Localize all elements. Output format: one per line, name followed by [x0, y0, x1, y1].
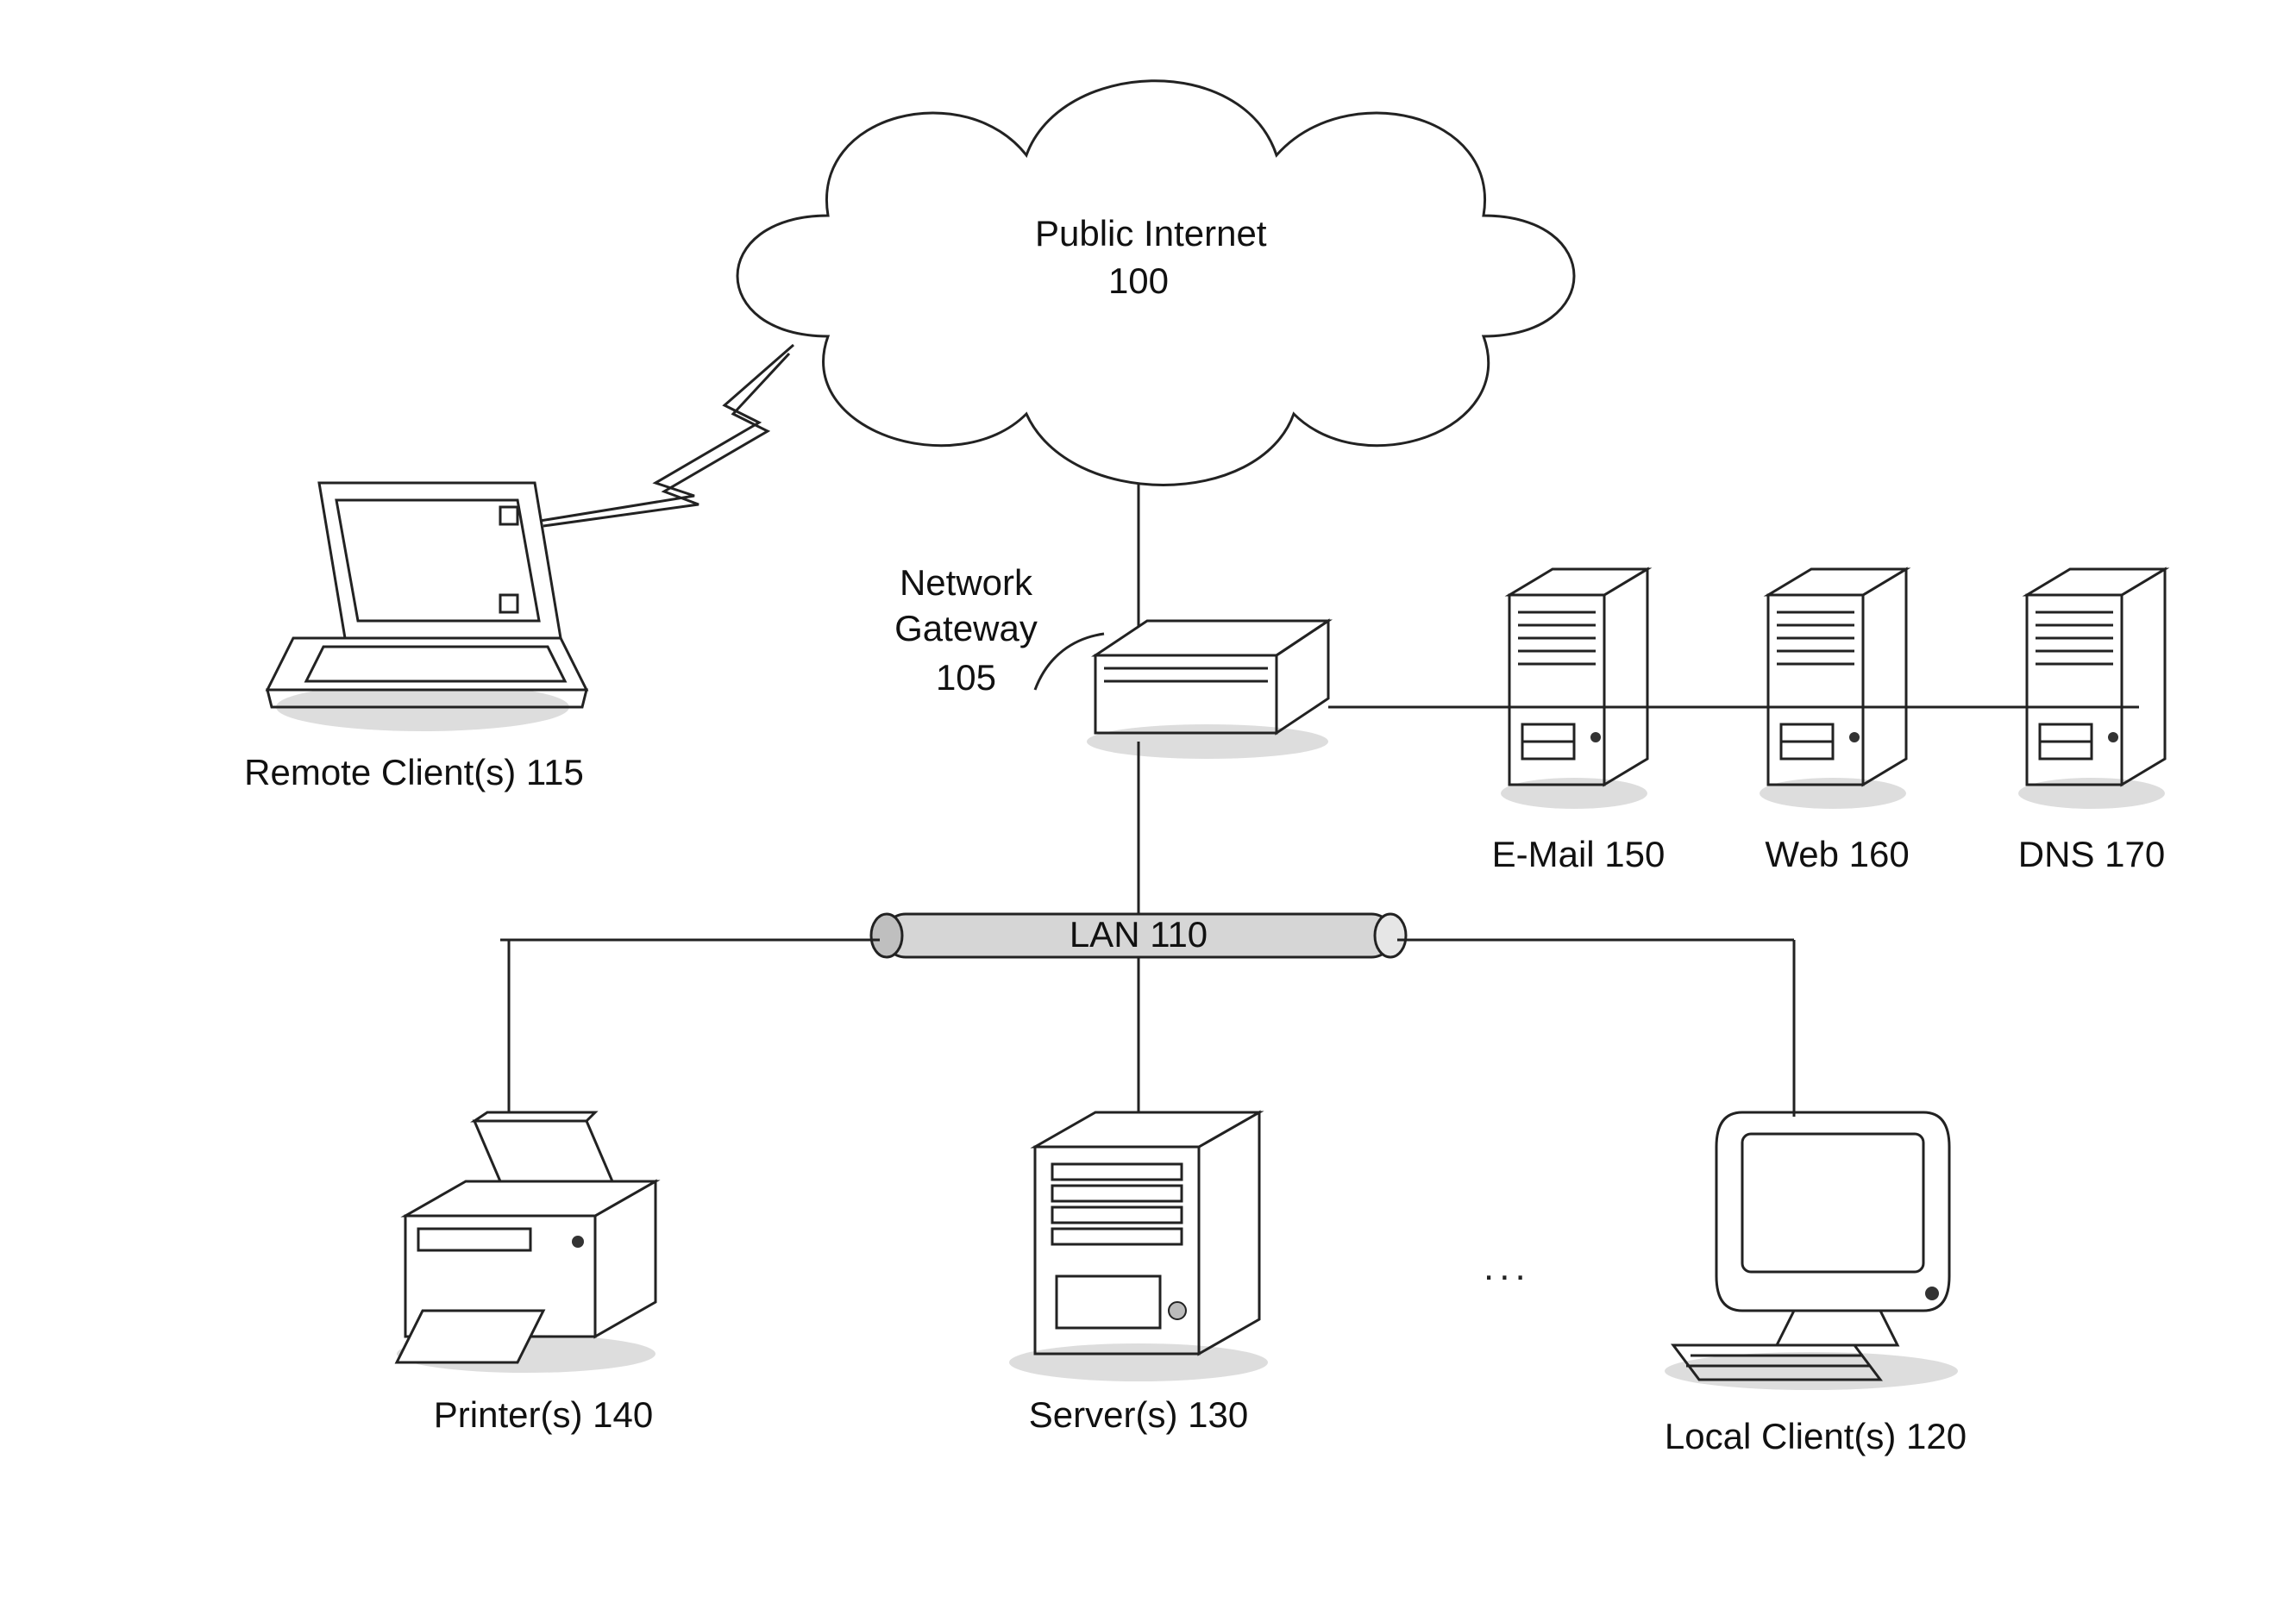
link-gateway-lan	[1121, 742, 1156, 914]
laptop-icon	[242, 466, 604, 742]
server-dns-icon	[2001, 552, 2182, 819]
server-web-label: Web 160	[1742, 832, 1932, 878]
gateway-leader	[1031, 629, 1108, 707]
diagram-stage: Public Internet 100 Remote Client(s) 115…	[0, 0, 2296, 1603]
server-email-icon	[1484, 552, 1665, 819]
cloud-title: Public Internet	[1035, 211, 1242, 257]
bus-line	[500, 927, 1794, 953]
drop-printer	[492, 927, 526, 1117]
server-email-label: E-Mail 150	[1466, 832, 1691, 878]
printer-icon	[371, 1095, 681, 1380]
remote-client-label: Remote Client(s) 115	[224, 750, 604, 796]
server-dns-label: DNS 170	[1992, 832, 2191, 878]
printer-label: Printer(s) 140	[414, 1393, 673, 1438]
local-client-label: Local Client(s) 120	[1639, 1414, 1992, 1460]
server-label: Server(s) 130	[1001, 1393, 1277, 1438]
server-tower-icon	[983, 1095, 1294, 1388]
ellipsis: ...	[1484, 1246, 1531, 1289]
server-web-icon	[1742, 552, 1923, 819]
cloud-ref: 100	[1074, 259, 1203, 304]
desktop-icon	[1639, 1086, 1984, 1397]
